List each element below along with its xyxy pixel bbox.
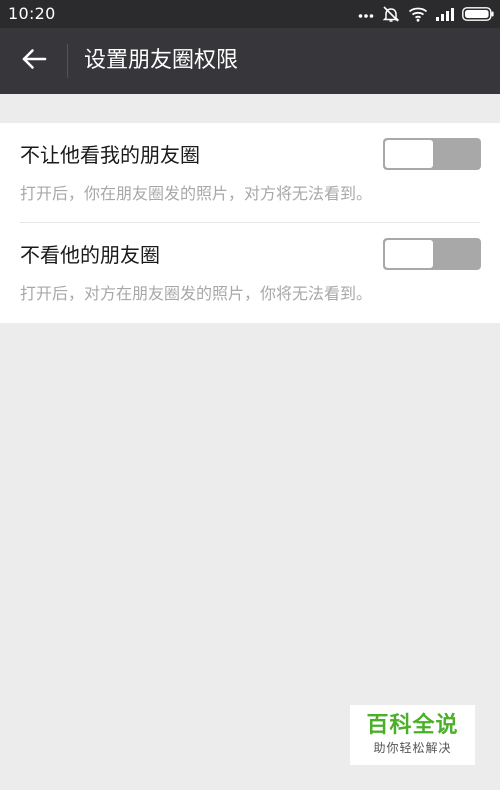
setting-description: 打开后，对方在朋友圈发的照片，你将无法看到。 [20, 284, 373, 303]
page-title: 设置朋友圈权限 [84, 48, 239, 73]
setting-label: 不看他的朋友圈 [20, 243, 160, 267]
status-time: 10:20 [8, 4, 56, 23]
status-bar: 10:20 [0, 0, 500, 28]
watermark-subtitle: 助你轻松解决 [373, 741, 452, 755]
watermark-title: 百科全说 [366, 713, 459, 738]
hide-my-moments-toggle[interactable] [383, 138, 481, 170]
setting-description: 打开后，你在朋友圈发的照片，对方将无法看到。 [20, 184, 373, 203]
hide-his-moments-toggle[interactable] [383, 238, 481, 270]
setting-item-hide-his-moments: 不看他的朋友圈 打开后，对方在朋友圈发的照片，你将无法看到。 [0, 223, 500, 323]
title-bar: 设置朋友圈权限 [0, 28, 500, 94]
toggle-thumb [385, 140, 433, 168]
arrow-left-icon [21, 48, 47, 74]
status-icons [358, 4, 494, 24]
signal-icon [436, 7, 454, 21]
alarm-off-icon [382, 5, 400, 23]
more-dots-icon [358, 7, 374, 21]
toggle-thumb [385, 240, 433, 268]
battery-icon [462, 7, 494, 21]
watermark-logo: 百科全说 助你轻松解决 [350, 705, 475, 765]
settings-card: 不让他看我的朋友圈 打开后，你在朋友圈发的照片，对方将无法看到。 不看他的朋友圈… [0, 123, 500, 323]
title-divider [67, 44, 68, 78]
wifi-icon [408, 6, 428, 22]
setting-label: 不让他看我的朋友圈 [20, 143, 200, 167]
back-button[interactable] [8, 39, 60, 83]
setting-item-hide-my-moments: 不让他看我的朋友圈 打开后，你在朋友圈发的照片，对方将无法看到。 [0, 123, 500, 223]
